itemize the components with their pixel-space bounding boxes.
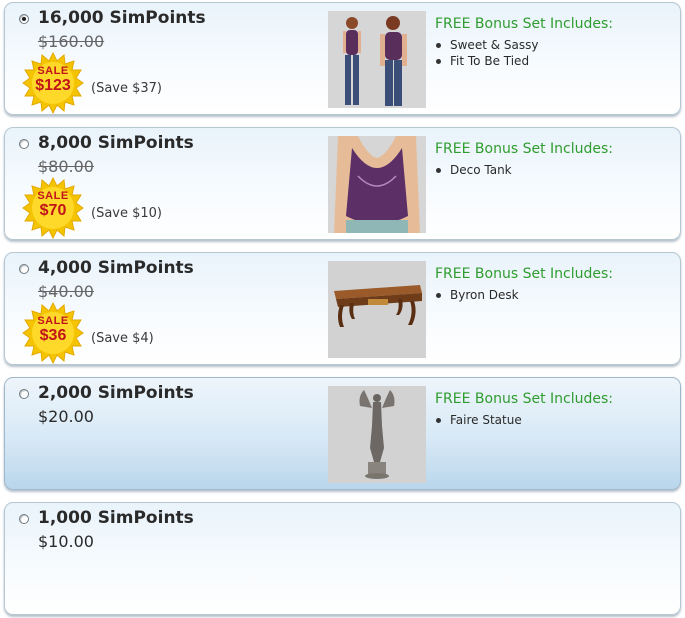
package-price: $10.00: [38, 532, 94, 551]
sale-price: $36: [39, 327, 67, 344]
package-option-16000[interactable]: 16,000 SimPoints $160.00 SALE $123 (Save…: [4, 2, 681, 115]
sale-badge: SALE $70: [22, 177, 84, 239]
bonus-set-list: Byron Desk: [435, 287, 519, 303]
list-item: Deco Tank: [435, 162, 512, 178]
bonus-set-heading: FREE Bonus Set Includes:: [435, 266, 613, 282]
sale-price: $123: [35, 77, 71, 94]
package-title: 8,000 SimPoints: [38, 133, 194, 153]
savings-text: (Save $4): [91, 331, 154, 346]
package-option-1000[interactable]: 1,000 SimPoints $10.00: [4, 502, 681, 615]
bonus-item-image: [328, 261, 426, 358]
bonus-item-image: [328, 11, 426, 108]
bonus-item-image: [328, 386, 426, 483]
savings-text: (Save $10): [91, 206, 162, 221]
sale-label: SALE: [37, 315, 69, 327]
package-option-8000[interactable]: 8,000 SimPoints $80.00 SALE $70 (Save $1…: [4, 127, 681, 240]
sale-price: $70: [39, 202, 67, 219]
bonus-set-heading: FREE Bonus Set Includes:: [435, 391, 613, 407]
original-price: $80.00: [38, 157, 94, 176]
original-price: $40.00: [38, 282, 94, 301]
package-title: 1,000 SimPoints: [38, 508, 194, 528]
bonus-set-list: Faire Statue: [435, 412, 522, 428]
sale-badge: SALE $123: [22, 52, 84, 114]
list-item: Fit To Be Tied: [435, 53, 538, 69]
sale-badge: SALE $36: [22, 302, 84, 364]
bonus-item-image: [328, 136, 426, 233]
package-title: 2,000 SimPoints: [38, 383, 194, 403]
bonus-set-heading: FREE Bonus Set Includes:: [435, 16, 613, 32]
bonus-set-list: Sweet & Sassy Fit To Be Tied: [435, 37, 538, 69]
package-price: $20.00: [38, 407, 94, 426]
original-price: $160.00: [38, 32, 105, 51]
list-item: Faire Statue: [435, 412, 522, 428]
list-item: Byron Desk: [435, 287, 519, 303]
list-item: Sweet & Sassy: [435, 37, 538, 53]
sale-label: SALE: [37, 190, 69, 202]
radio-button-icon[interactable]: [19, 514, 29, 524]
radio-button-icon[interactable]: [19, 139, 29, 149]
bonus-set-list: Deco Tank: [435, 162, 512, 178]
savings-text: (Save $37): [91, 81, 162, 96]
bonus-set-heading: FREE Bonus Set Includes:: [435, 141, 613, 157]
radio-button-icon[interactable]: [19, 264, 29, 274]
package-title: 4,000 SimPoints: [38, 258, 194, 278]
package-option-2000[interactable]: 2,000 SimPoints $20.00 FREE Bonus Set In…: [4, 377, 681, 490]
radio-button-icon[interactable]: [19, 14, 29, 24]
radio-button-icon[interactable]: [19, 389, 29, 399]
package-title: 16,000 SimPoints: [38, 8, 206, 28]
package-option-4000[interactable]: 4,000 SimPoints $40.00 SALE $36 (Save $4…: [4, 252, 681, 365]
sale-label: SALE: [37, 65, 69, 77]
